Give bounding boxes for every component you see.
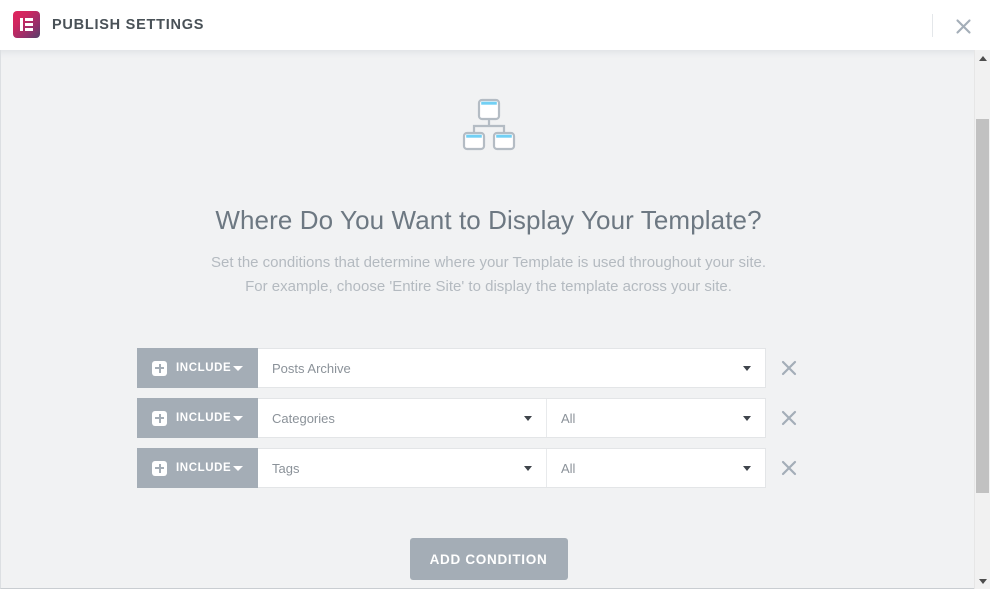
elementor-logo-mark xyxy=(20,18,33,31)
scrollbar-thumb[interactable] xyxy=(976,119,989,493)
sitemap-icon xyxy=(460,94,518,152)
condition-type-label: INCLUDE xyxy=(176,412,232,424)
plus-icon xyxy=(152,460,167,476)
condition-target-select[interactable]: Categories xyxy=(258,399,547,437)
condition-target-value: Categories xyxy=(272,410,335,426)
main-subtitle: Set the conditions that determine where … xyxy=(1,251,976,299)
triangle-down-icon xyxy=(978,578,987,584)
close-icon xyxy=(781,360,797,376)
condition-subtarget-value: All xyxy=(561,410,576,426)
plus-icon xyxy=(152,360,167,376)
triangle-up-icon xyxy=(978,55,987,61)
logo-bar-middle xyxy=(25,23,33,26)
close-button[interactable] xyxy=(950,13,976,39)
condition-subtarget-select[interactable]: All xyxy=(547,399,765,437)
chevron-down-icon xyxy=(743,366,751,371)
chevron-down-icon xyxy=(524,466,532,471)
header-divider xyxy=(932,14,933,37)
scroll-up-button[interactable] xyxy=(975,50,990,66)
chevron-down-icon xyxy=(743,466,751,471)
chevron-down-icon xyxy=(524,416,532,421)
condition-row: INCLUDE Tags All xyxy=(137,448,812,488)
chevron-down-icon xyxy=(233,466,243,471)
condition-type-label: INCLUDE xyxy=(176,362,232,374)
condition-type-label: INCLUDE xyxy=(176,462,232,474)
condition-type-dropdown[interactable]: INCLUDE xyxy=(137,348,258,388)
page-title: PUBLISH SETTINGS xyxy=(52,17,205,33)
scroll-down-button[interactable] xyxy=(975,573,990,589)
chevron-down-icon xyxy=(233,416,243,421)
condition-target-select[interactable]: Tags xyxy=(258,449,547,487)
logo-bar-top xyxy=(25,18,33,21)
condition-type-dropdown[interactable]: INCLUDE xyxy=(137,398,258,438)
subtitle-line-2: For example, choose 'Entire Site' to dis… xyxy=(245,278,732,295)
publish-settings-modal: PUBLISH SETTINGS Where Do You Want to Di… xyxy=(0,0,990,589)
remove-condition-button[interactable] xyxy=(766,348,812,388)
condition-type-dropdown[interactable]: INCLUDE xyxy=(137,448,258,488)
remove-condition-button[interactable] xyxy=(766,448,812,488)
chevron-down-icon xyxy=(743,416,751,421)
condition-selects: Categories All xyxy=(258,398,766,438)
logo-bar-bottom xyxy=(25,28,33,31)
condition-target-value: Posts Archive xyxy=(272,360,351,376)
condition-target-value: Tags xyxy=(272,460,300,476)
condition-row: INCLUDE Categories All xyxy=(137,398,812,438)
conditions-list: INCLUDE Posts Archive INCLUDE Categories… xyxy=(137,348,812,498)
modal-body: Where Do You Want to Display Your Templa… xyxy=(0,50,990,589)
remove-condition-button[interactable] xyxy=(766,398,812,438)
subtitle-line-1: Set the conditions that determine where … xyxy=(210,254,767,271)
chevron-down-icon xyxy=(233,366,243,371)
close-icon xyxy=(781,410,797,426)
modal-header: PUBLISH SETTINGS xyxy=(0,0,990,50)
vertical-scrollbar[interactable] xyxy=(974,50,990,589)
condition-selects: Posts Archive xyxy=(258,348,766,388)
main-heading: Where Do You Want to Display Your Templa… xyxy=(215,205,762,235)
add-condition-container: ADD CONDITION xyxy=(1,538,976,580)
condition-target-select[interactable]: Posts Archive xyxy=(258,349,765,387)
add-condition-button[interactable]: ADD CONDITION xyxy=(409,538,568,580)
logo-bar-vertical xyxy=(20,18,23,31)
condition-row: INCLUDE Posts Archive xyxy=(137,348,812,388)
plus-icon xyxy=(152,410,167,426)
condition-selects: Tags All xyxy=(258,448,766,488)
elementor-logo-icon xyxy=(13,11,40,38)
condition-subtarget-select[interactable]: All xyxy=(547,449,765,487)
close-icon xyxy=(781,460,797,476)
modal-content: Where Do You Want to Display Your Templa… xyxy=(1,50,976,588)
condition-subtarget-value: All xyxy=(561,460,576,476)
close-icon xyxy=(955,18,971,34)
